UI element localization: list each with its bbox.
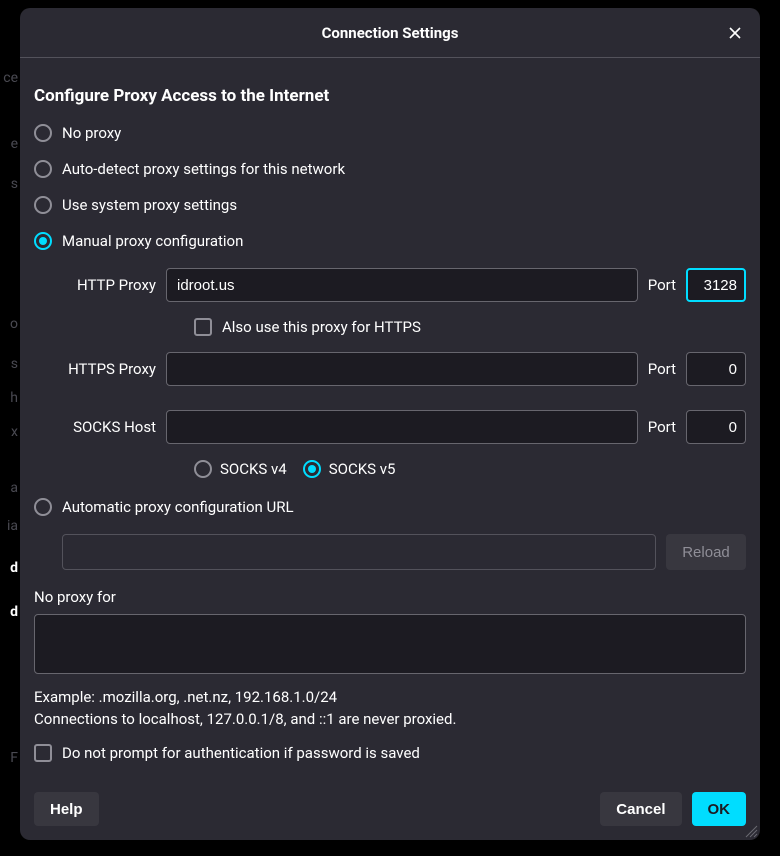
http-port-input[interactable] (686, 268, 746, 302)
radio-icon (194, 460, 212, 478)
no-proxy-for-label: No proxy for (34, 588, 746, 606)
radio-icon (34, 232, 52, 250)
connection-settings-dialog: Connection Settings Configure Proxy Acce… (20, 8, 760, 840)
socks-port-input[interactable] (686, 410, 746, 444)
no-proxy-for-input[interactable] (34, 614, 746, 674)
socks-host-row: SOCKS Host Port (62, 410, 746, 444)
https-proxy-label: HTTPS Proxy (62, 360, 156, 378)
dialog-title: Connection Settings (322, 24, 459, 42)
cancel-button[interactable]: Cancel (600, 792, 681, 826)
help-button[interactable]: Help (34, 792, 99, 826)
radio-label: Manual proxy configuration (62, 232, 243, 250)
section-heading: Configure Proxy Access to the Internet (34, 86, 746, 106)
no-proxy-example: Example: .mozilla.org, .net.nz, 192.168.… (34, 688, 746, 706)
checkbox-label: Do not prompt for authentication if pass… (62, 744, 420, 762)
radio-label: No proxy (62, 124, 121, 142)
radio-icon (34, 160, 52, 178)
mode-pac-url[interactable]: Automatic proxy configuration URL (34, 498, 746, 516)
mode-manual-proxy[interactable]: Manual proxy configuration (34, 232, 746, 250)
port-label: Port (648, 418, 676, 436)
checkbox-icon (194, 318, 212, 336)
checkbox-icon (34, 744, 52, 762)
radio-icon (34, 196, 52, 214)
mode-auto-detect[interactable]: Auto-detect proxy settings for this netw… (34, 160, 746, 178)
radio-label: Automatic proxy configuration URL (62, 498, 294, 516)
socks-v4-option[interactable]: SOCKS v4 (194, 460, 287, 478)
https-proxy-row: HTTPS Proxy Port (62, 352, 746, 386)
radio-label: Auto-detect proxy settings for this netw… (62, 160, 345, 178)
titlebar: Connection Settings (20, 8, 760, 58)
resize-icon (744, 824, 758, 838)
resize-handle[interactable] (744, 824, 758, 838)
https-proxy-input[interactable] (166, 352, 638, 386)
http-proxy-row: HTTP Proxy Port (62, 268, 746, 302)
http-proxy-input[interactable] (166, 268, 638, 302)
checkbox-label: Also use this proxy for HTTPS (222, 318, 421, 336)
no-auth-prompt[interactable]: Do not prompt for authentication if pass… (34, 744, 746, 762)
radio-icon (34, 498, 52, 516)
radio-label: SOCKS v4 (220, 460, 287, 478)
background-truncated-text: ce e s o s h x a ia d d F (0, 0, 20, 856)
pac-url-row: Reload (62, 534, 746, 570)
mode-no-proxy[interactable]: No proxy (34, 124, 746, 142)
radio-icon (34, 124, 52, 142)
radio-icon (303, 460, 321, 478)
mode-system-proxy[interactable]: Use system proxy settings (34, 196, 746, 214)
reload-button[interactable]: Reload (666, 534, 746, 570)
socks-host-input[interactable] (166, 410, 638, 444)
socks-host-label: SOCKS Host (62, 418, 156, 436)
dialog-footer: Help Cancel OK (20, 792, 760, 840)
ok-button[interactable]: OK (692, 792, 747, 826)
port-label: Port (648, 276, 676, 294)
close-button[interactable] (720, 18, 750, 48)
radio-label: Use system proxy settings (62, 196, 237, 214)
radio-label: SOCKS v5 (329, 460, 396, 478)
pac-url-input[interactable] (62, 534, 656, 570)
socks-v5-option[interactable]: SOCKS v5 (303, 460, 396, 478)
no-proxy-note: Connections to localhost, 127.0.0.1/8, a… (34, 710, 746, 728)
https-port-input[interactable] (686, 352, 746, 386)
manual-proxy-fields: HTTP Proxy Port Also use this proxy for … (62, 268, 746, 478)
close-icon (727, 25, 743, 41)
socks-version-group: SOCKS v4 SOCKS v5 (194, 460, 746, 478)
also-use-for-https[interactable]: Also use this proxy for HTTPS (194, 318, 746, 336)
http-proxy-label: HTTP Proxy (62, 276, 156, 294)
dialog-body: Configure Proxy Access to the Internet N… (20, 58, 760, 792)
port-label: Port (648, 360, 676, 378)
